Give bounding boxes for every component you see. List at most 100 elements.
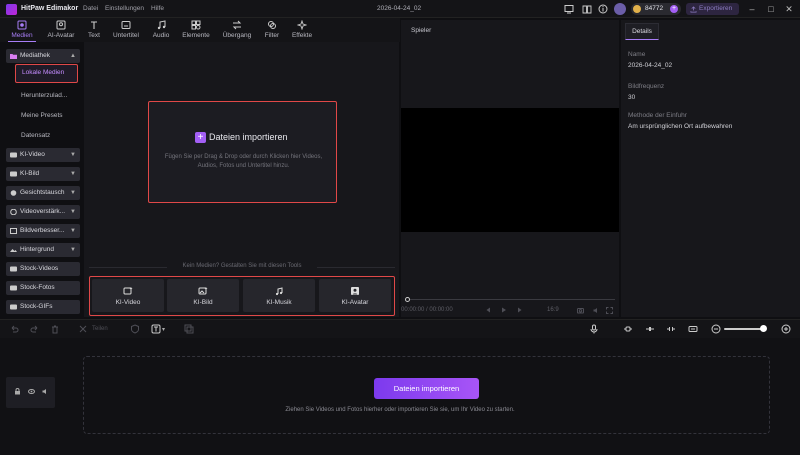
tab-medien[interactable]: Medien <box>6 20 38 42</box>
title-bar: HitPaw Edimakor Datei Einstellungen Hilf… <box>0 0 800 18</box>
maximize-button[interactable]: □ <box>765 3 777 15</box>
sidebar-item-hintergrund[interactable]: Hintergrund ▼ <box>6 243 80 257</box>
name-value: 2026-04-24_02 <box>628 62 673 69</box>
chevron-down-icon[interactable]: ▾ <box>162 326 165 333</box>
playback-progress[interactable] <box>407 299 615 300</box>
volume-icon[interactable] <box>593 307 600 314</box>
sidebar-item-lokale-medien[interactable]: Lokale Medien <box>15 64 78 83</box>
sidebar-item-videoverstaerker[interactable]: Videoverstärk... ▼ <box>6 205 80 219</box>
ki-avatar-button[interactable]: KI-Avatar <box>319 279 391 312</box>
ai-tools-row: KI-Video KI-Bild KI-Musik KI-Avatar <box>89 276 395 316</box>
sidebar-item-gesichtstausch[interactable]: Gesichtstausch ▼ <box>6 186 80 200</box>
info-icon[interactable] <box>598 4 608 14</box>
coin-icon <box>633 5 641 13</box>
import-drop-zone[interactable]: + Dateien importieren Fügen Sie per Drag… <box>148 101 337 203</box>
eye-icon[interactable] <box>28 388 35 395</box>
elements-icon <box>191 20 201 30</box>
add-credits-icon[interactable]: + <box>670 5 678 13</box>
sidebar-item-datensatz[interactable]: Datensatz <box>6 132 80 139</box>
sidebar-item-ki-bild[interactable]: KI-Bild ▼ <box>6 167 80 181</box>
undo-icon[interactable] <box>9 324 19 334</box>
media-sidebar: Mediathek ▲ Lokale Medien Herunterzulad.… <box>6 45 82 317</box>
next-frame-icon[interactable] <box>517 307 523 313</box>
lock-icon[interactable] <box>14 388 21 395</box>
playhead-handle[interactable] <box>405 297 410 302</box>
tools-hint: Kein Medien? Gestalten Sie mit diesen To… <box>182 263 302 269</box>
effects-icon <box>297 20 307 30</box>
split-label[interactable]: Teilen <box>92 326 108 332</box>
tab-details[interactable]: Details <box>625 23 659 40</box>
redo-icon[interactable] <box>30 324 40 334</box>
play-icon[interactable] <box>501 307 507 313</box>
sidebar-item-bildverbesserer[interactable]: Bildverbesser... ▼ <box>6 224 80 238</box>
sidebar-item-herunterzuladen[interactable]: Herunterzulad... <box>6 92 80 99</box>
tab-ai-avatar[interactable]: AI-Avatar <box>42 20 80 42</box>
media-toolbar: Medien AI-Avatar Text Untertitel Audio E… <box>0 18 400 42</box>
sidebar-item-ki-video[interactable]: KI-Video ▼ <box>6 148 80 162</box>
tab-audio[interactable]: Audio <box>148 20 174 42</box>
sidebar-item-stock-gifs[interactable]: Stock-GIFs <box>6 300 80 314</box>
playback-time: 00:00:00 / 00:00:00 <box>401 307 453 313</box>
zoom-slider-handle[interactable] <box>760 325 767 332</box>
credits-badge[interactable]: 84772 + <box>631 3 681 15</box>
shield-icon[interactable] <box>130 324 140 334</box>
menu-datei[interactable]: Datei <box>83 5 98 12</box>
aspect-ratio[interactable]: 16:9 <box>547 307 559 313</box>
tab-untertitel[interactable]: Untertitel <box>107 20 145 42</box>
magnet-icon[interactable] <box>645 324 655 334</box>
zoom-slider[interactable] <box>724 328 764 330</box>
chevron-down-icon: ▼ <box>70 171 76 177</box>
track-header <box>6 377 55 408</box>
close-button[interactable]: ✕ <box>783 3 795 15</box>
menu-hilfe[interactable]: Hilfe <box>151 5 164 12</box>
copy-icon[interactable] <box>184 324 194 334</box>
microphone-icon[interactable] <box>589 324 599 334</box>
avatar-icon <box>56 20 66 30</box>
delete-icon[interactable] <box>50 324 60 334</box>
split-icon[interactable] <box>78 324 88 334</box>
user-avatar[interactable] <box>614 3 626 15</box>
ki-video-icon <box>123 287 133 295</box>
menu-einstellungen[interactable]: Einstellungen <box>105 5 144 12</box>
name-label: Name <box>628 51 646 58</box>
stock-gif-icon <box>10 304 17 310</box>
link-icon[interactable] <box>623 324 633 334</box>
sidebar-item-mediathek[interactable]: Mediathek ▲ <box>6 49 80 63</box>
display-icon[interactable] <box>564 4 574 14</box>
minimize-button[interactable]: – <box>746 3 758 15</box>
snapshot-icon[interactable] <box>577 307 584 314</box>
tab-text[interactable]: Text <box>84 20 104 42</box>
ki-bild-button[interactable]: KI-Bild <box>167 279 239 312</box>
zoom-out-icon[interactable] <box>711 324 721 334</box>
sidebar-item-stock-videos[interactable]: Stock-Videos <box>6 262 80 276</box>
export-button[interactable]: Exportieren <box>686 3 739 15</box>
fps-label: Bildfrequenz <box>628 83 665 90</box>
book-icon[interactable] <box>582 4 592 14</box>
media-icon <box>17 20 27 30</box>
filter-icon <box>268 21 276 29</box>
text-box-icon[interactable] <box>151 324 161 334</box>
app-logo-icon <box>6 4 17 15</box>
sidebar-item-stock-fotos[interactable]: Stock-Fotos <box>6 281 80 295</box>
tab-filter[interactable]: Filter <box>260 20 284 42</box>
fullscreen-icon[interactable] <box>606 307 613 314</box>
import-button-label[interactable]: Dateien importieren <box>209 132 288 142</box>
tab-effekte[interactable]: Effekte <box>288 20 316 42</box>
zoom-in-icon[interactable] <box>781 324 791 334</box>
tab-uebergang[interactable]: Übergang <box>218 20 256 42</box>
speaker-icon[interactable] <box>42 388 49 395</box>
sidebar-item-meine-presets[interactable]: Meine Presets <box>6 112 80 119</box>
fit-icon[interactable] <box>688 324 698 334</box>
prev-frame-icon[interactable] <box>485 307 491 313</box>
ki-video-button[interactable]: KI-Video <box>92 279 164 312</box>
snap-icon[interactable] <box>666 324 676 334</box>
timeline-hint: Ziehen Sie Videos und Fotos hierher oder… <box>285 407 515 413</box>
preview-screen[interactable] <box>401 108 619 232</box>
subtitle-icon <box>121 21 131 29</box>
project-name: 2026-04-24_02 <box>377 5 422 12</box>
tab-elemente[interactable]: Elemente <box>178 20 214 42</box>
timeline-import-button[interactable]: Dateien importieren <box>374 378 479 399</box>
chevron-down-icon: ▼ <box>70 152 76 158</box>
ki-musik-button[interactable]: KI-Musik <box>243 279 315 312</box>
image-enhance-icon <box>10 228 17 234</box>
